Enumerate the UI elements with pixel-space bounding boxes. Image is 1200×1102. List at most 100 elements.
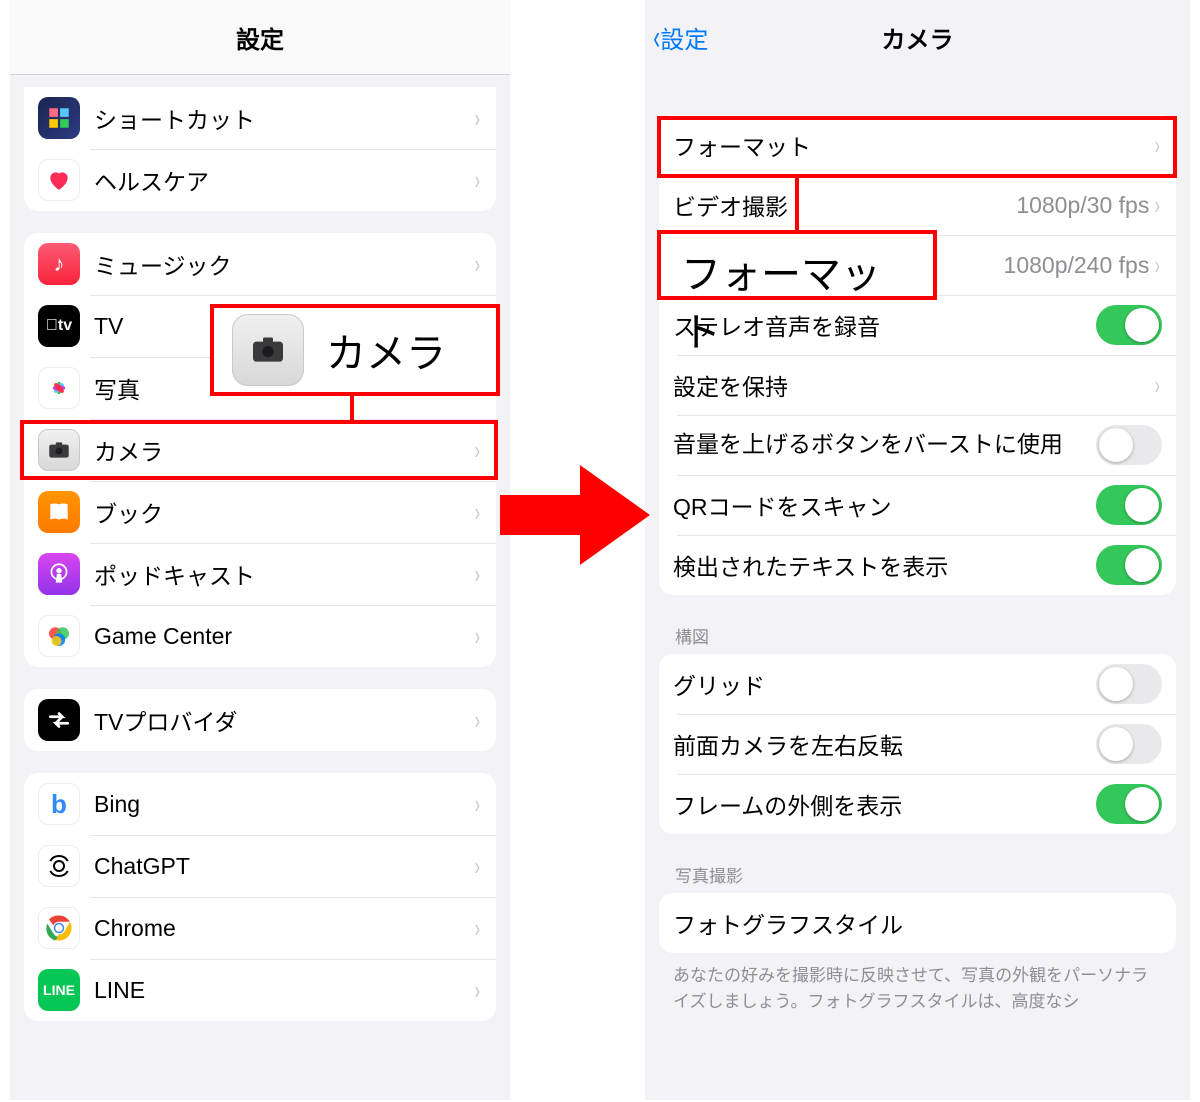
chevron-right-icon: › bbox=[1155, 252, 1160, 278]
row-camera[interactable]: カメラ › bbox=[24, 419, 496, 481]
chevron-right-icon: › bbox=[475, 561, 480, 587]
chevron-right-icon: › bbox=[475, 167, 480, 193]
row-grid: グリッド bbox=[659, 654, 1176, 714]
row-value: 1080p/240 fps bbox=[1004, 252, 1150, 279]
tvprovider-icon bbox=[38, 699, 80, 741]
camera-badge-label: カメラ bbox=[326, 321, 446, 379]
row-label: 設定を保持 bbox=[673, 368, 1153, 402]
row-mirror: 前面カメラを左右反転 bbox=[659, 714, 1176, 774]
row-photostyle[interactable]: フォトグラフスタイル bbox=[659, 893, 1176, 953]
row-label: フォトグラフスタイル bbox=[673, 906, 1162, 940]
section-composition: 構図 bbox=[675, 623, 1160, 648]
row-chatgpt[interactable]: ChatGPT › bbox=[24, 835, 496, 897]
row-label: ビデオ撮影 bbox=[673, 188, 1016, 222]
mirror-toggle[interactable] bbox=[1096, 724, 1162, 764]
chevron-right-icon: › bbox=[475, 623, 480, 649]
row-label: グリッド bbox=[673, 667, 1096, 701]
settings-group-4: b Bing › ChatGPT › Chrome › LINE LINE › bbox=[24, 773, 496, 1021]
chevron-right-icon: › bbox=[475, 977, 480, 1003]
camera-settings-screen: ‹ 設定 カメラ フォーマット › ビデオ撮影 1080p/30 fps › ス… bbox=[645, 0, 1190, 1100]
settings-navbar: 設定 bbox=[10, 0, 510, 75]
camera-title: カメラ bbox=[882, 20, 954, 55]
chevron-right-icon: › bbox=[475, 105, 480, 131]
chrome-icon bbox=[38, 907, 80, 949]
row-label: Chrome bbox=[94, 915, 473, 942]
row-label: Game Center bbox=[94, 623, 473, 650]
settings-screen: 設定 ショートカット › ヘルスケア › ♪ ミュージック › tv TV › bbox=[10, 0, 510, 1100]
row-burst: 音量を上げるボタンをバーストに使用 bbox=[659, 415, 1176, 475]
camera-callout-badge: カメラ bbox=[210, 304, 500, 396]
line-icon: LINE bbox=[38, 969, 80, 1011]
footer-note: あなたの好みを撮影時に反映させて、写真の外観をパーソナライズしましょう。フォトグ… bbox=[673, 963, 1162, 1014]
health-icon bbox=[38, 159, 80, 201]
burst-toggle[interactable] bbox=[1096, 425, 1162, 465]
grid-toggle[interactable] bbox=[1096, 664, 1162, 704]
row-health[interactable]: ヘルスケア › bbox=[24, 149, 496, 211]
row-gamecenter[interactable]: Game Center › bbox=[24, 605, 496, 667]
row-label: ブック bbox=[94, 495, 473, 529]
row-preserve[interactable]: 設定を保持 › bbox=[659, 355, 1176, 415]
chevron-right-icon: › bbox=[475, 915, 480, 941]
format-badge-label: フォーマット bbox=[681, 242, 913, 358]
settings-title: 設定 bbox=[236, 20, 284, 55]
row-label: Bing bbox=[94, 791, 473, 818]
row-label: ポッドキャスト bbox=[94, 557, 473, 591]
row-label: カメラ bbox=[94, 433, 473, 467]
row-shortcuts[interactable]: ショートカット › bbox=[24, 87, 496, 149]
chevron-right-icon: › bbox=[475, 437, 480, 463]
settings-group-1: ショートカット › ヘルスケア › bbox=[24, 87, 496, 211]
section-photo: 写真撮影 bbox=[675, 862, 1160, 887]
photos-icon bbox=[38, 367, 80, 409]
music-icon: ♪ bbox=[38, 243, 80, 285]
settings-group-3: TVプロバイダ › bbox=[24, 689, 496, 751]
row-label: QRコードをスキャン bbox=[673, 488, 1096, 522]
shortcuts-icon bbox=[38, 97, 80, 139]
chevron-right-icon: › bbox=[1155, 132, 1160, 158]
row-chrome[interactable]: Chrome › bbox=[24, 897, 496, 959]
row-format[interactable]: フォーマット › bbox=[659, 115, 1176, 175]
camera-icon bbox=[38, 429, 80, 471]
row-tvprovider[interactable]: TVプロバイダ › bbox=[24, 689, 496, 751]
row-label: 前面カメラを左右反転 bbox=[673, 727, 1096, 761]
stereo-toggle[interactable] bbox=[1096, 305, 1162, 345]
row-outside-frame: フレームの外側を表示 bbox=[659, 774, 1176, 834]
row-qr: QRコードをスキャン bbox=[659, 475, 1176, 535]
row-label: ChatGPT bbox=[94, 853, 473, 880]
row-label: TVプロバイダ bbox=[94, 703, 473, 737]
outside-frame-toggle[interactable] bbox=[1096, 784, 1162, 824]
camera-icon bbox=[232, 314, 304, 386]
callout-connector-right bbox=[795, 178, 799, 232]
chatgpt-icon bbox=[38, 845, 80, 887]
row-line[interactable]: LINE LINE › bbox=[24, 959, 496, 1021]
chevron-right-icon: › bbox=[475, 251, 480, 277]
books-icon bbox=[38, 491, 80, 533]
chevron-right-icon: › bbox=[475, 791, 480, 817]
row-video[interactable]: ビデオ撮影 1080p/30 fps › bbox=[659, 175, 1176, 235]
row-label: LINE bbox=[94, 977, 473, 1004]
row-label: フレームの外側を表示 bbox=[673, 787, 1096, 821]
chevron-left-icon: ‹ bbox=[653, 21, 660, 55]
row-bing[interactable]: b Bing › bbox=[24, 773, 496, 835]
chevron-right-icon: › bbox=[475, 499, 480, 525]
row-books[interactable]: ブック › bbox=[24, 481, 496, 543]
back-button[interactable]: ‹ 設定 bbox=[651, 0, 708, 75]
chevron-right-icon: › bbox=[1155, 192, 1160, 218]
detect-text-toggle[interactable] bbox=[1096, 545, 1162, 585]
back-label: 設定 bbox=[660, 20, 708, 55]
row-value: 1080p/30 fps bbox=[1016, 192, 1149, 219]
row-label: フォーマット bbox=[673, 128, 1153, 162]
camera-group-3: フォトグラフスタイル bbox=[659, 893, 1176, 953]
row-music[interactable]: ♪ ミュージック › bbox=[24, 233, 496, 295]
row-label: ショートカット bbox=[94, 101, 473, 135]
row-label: 音量を上げるボタンをバーストに使用 bbox=[673, 429, 1096, 460]
qr-toggle[interactable] bbox=[1096, 485, 1162, 525]
format-callout-badge: フォーマット bbox=[657, 230, 937, 300]
podcasts-icon bbox=[38, 553, 80, 595]
bing-icon: b bbox=[38, 783, 80, 825]
chevron-right-icon: › bbox=[475, 853, 480, 879]
chevron-right-icon: › bbox=[475, 707, 480, 733]
chevron-right-icon: › bbox=[1155, 372, 1160, 398]
row-label: 検出されたテキストを表示 bbox=[673, 548, 1096, 582]
callout-connector bbox=[350, 396, 354, 422]
row-podcasts[interactable]: ポッドキャスト › bbox=[24, 543, 496, 605]
